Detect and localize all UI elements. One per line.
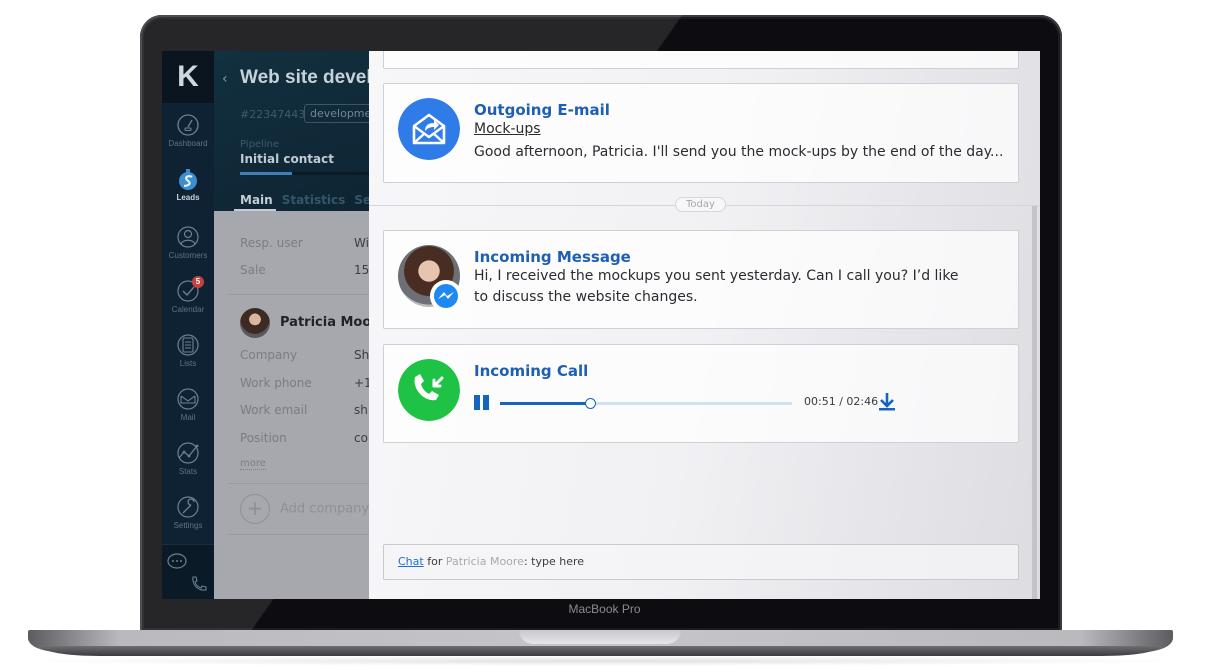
device-label: MacBook Pro [568,602,641,616]
pipeline-progress-fill [240,172,292,175]
laptop-shadow [10,656,1199,666]
settings-icon [177,496,199,518]
field-label: Work phone [240,376,312,390]
playback-time: 00:51 / 02:46 [804,395,879,408]
nav-item-leads[interactable]: Leads [162,167,214,202]
leads-icon [179,169,197,190]
lead-panel: ‹ Web site development #22347443 develop… [214,51,369,599]
nav-label: Lists [179,359,197,368]
nav-label: Calendar [171,305,205,314]
nav-item-customers[interactable]: Customers [162,225,214,260]
incoming-call-icon [398,359,460,421]
field-value[interactable]: Wi [354,236,369,250]
pipeline-progress [240,172,369,175]
field-value[interactable]: co [354,431,368,445]
plus-icon: + [240,494,270,524]
field-label: Sale [240,263,266,277]
field-label: Work email [240,403,308,417]
divider [228,483,369,484]
lead-tabs: Main Statistics Setup [240,193,369,207]
lead-title: Web site development [240,67,369,88]
nav-item-dashboard[interactable]: Dashboard [162,113,214,148]
email-preview: Good afternoon, Patricia. I'll send you … [474,144,1004,160]
composer-for: for [427,555,443,568]
lead-id: #22347443 [240,108,306,121]
nav-item-lists[interactable]: Lists [162,333,214,368]
nav-label: Stats [178,467,198,476]
messenger-icon [430,280,462,312]
calendar-badge: 5 [192,276,204,288]
chat-composer[interactable]: Chat for Patricia Moore: type here [383,544,1019,580]
feed-card-message[interactable]: Incoming Message Hi, I received the mock… [383,230,1019,329]
composer-placeholder: Chat for Patricia Moore: type here [398,555,584,568]
pipeline-stage[interactable]: Initial contact [240,152,334,166]
divider [228,534,369,535]
outgoing-email-icon [398,98,460,160]
feed-card-email[interactable]: Outgoing E-mail Mock-ups Good afternoon,… [383,83,1019,183]
channel-selector[interactable]: Chat [398,555,424,568]
app-logo[interactable]: K [162,51,214,103]
laptop-base-bottom [40,646,1161,656]
card-title: Incoming Call [474,362,589,380]
back-button[interactable]: ‹ [222,71,228,87]
nav-item-settings[interactable]: Settings [162,495,214,530]
nav-bottom-panel [162,544,214,599]
nav-item-mail[interactable]: Mail [162,387,214,422]
mail-icon [177,388,199,410]
pipeline-label: Pipeline [240,139,280,150]
field-label: Resp. user [240,236,303,250]
feed-card-previous [383,51,1019,69]
chat-bubble-icon[interactable] [166,551,188,573]
nav-label: Customers [168,251,208,260]
phone-icon[interactable] [188,573,210,595]
pause-button[interactable] [474,395,490,410]
dashboard-icon [177,114,199,136]
feed-card-call[interactable]: Incoming Call 00:51 / 02:46 [383,344,1019,443]
nav-label: Leads [176,193,200,202]
nav-label: Settings [173,521,203,530]
activity-feed: Outgoing E-mail Mock-ups Good afternoon,… [369,51,1040,599]
composer-hint: : type here [523,555,585,568]
tab-setup[interactable]: Setup [354,193,369,207]
screen: K Dashboard Leads Customers 5 Calendar L… [162,51,1040,599]
nav-sidebar: K Dashboard Leads Customers 5 Calendar L… [162,51,214,599]
tab-main[interactable]: Main [240,193,273,207]
composer-recipient[interactable]: Patricia Moore [446,555,524,568]
audio-player: 00:51 / 02:46 [474,393,1004,413]
card-title: Outgoing E-mail [474,101,610,119]
lead-tag[interactable]: development [304,104,369,123]
customers-icon [177,226,199,248]
feed-scrollbar[interactable] [1032,206,1037,599]
nav-label: Dashboard [168,139,208,148]
field-label: Company [240,348,298,362]
active-tab-indicator [234,209,276,211]
seek-handle[interactable] [584,398,596,409]
email-subject-link[interactable]: Mock-ups [474,121,541,137]
stats-icon [177,442,199,464]
download-icon[interactable] [878,392,896,412]
nav-item-stats[interactable]: Stats [162,441,214,476]
field-value[interactable]: +1 [354,376,369,390]
field-value[interactable]: Sh [354,348,369,362]
tab-statistics[interactable]: Statistics [282,193,346,207]
message-text: Hi, I received the mockups you sent yest… [474,268,959,305]
nav-item-calendar[interactable]: 5 Calendar [162,276,214,314]
audio-seekbar[interactable] [500,398,792,409]
laptop-notch [519,630,681,644]
lead-header: ‹ Web site development #22347443 develop… [214,51,369,211]
contact-name[interactable]: Patricia Moore [280,315,369,330]
field-value[interactable]: 15 [354,263,369,277]
audio-progress [500,402,590,405]
add-company-label: Add company [280,501,369,517]
divider [228,294,369,295]
contact-avatar [240,308,270,338]
card-title: Incoming Message [474,248,631,266]
lists-icon [177,334,199,356]
add-company-button[interactable]: + Add company [240,494,369,524]
nav-label: Mail [180,413,196,422]
more-link[interactable]: more [240,458,266,470]
field-value[interactable]: sh [354,403,368,417]
field-label: Position [240,431,287,445]
day-separator-label: Today [675,197,726,212]
